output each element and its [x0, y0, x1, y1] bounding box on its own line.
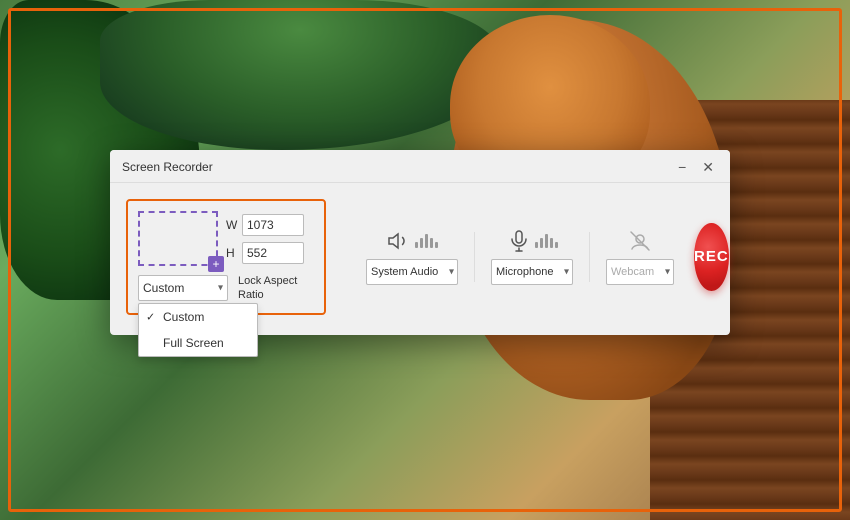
width-input[interactable]	[242, 214, 304, 236]
rec-button[interactable]: REC	[694, 223, 729, 291]
vol-bar-5	[435, 242, 438, 248]
region-mode-dropdown-wrapper: Custom Full Screen Custom Full Screen	[138, 275, 228, 301]
webcam-group: Webcam	[606, 229, 674, 285]
divider-3	[589, 232, 590, 282]
region-top-row: W H	[138, 211, 314, 266]
titlebar: Screen Recorder − ✕	[110, 150, 730, 183]
vol-bar-1	[415, 242, 418, 248]
speaker-icon	[387, 229, 411, 253]
dropdown-item-fullscreen[interactable]: Full Screen	[139, 330, 257, 356]
mic-bar-3	[545, 234, 548, 248]
screen-recorder-dialog: Screen Recorder − ✕ W H	[110, 150, 730, 335]
mic-bar-1	[535, 242, 538, 248]
system-audio-select-wrapper: System Audio	[366, 259, 458, 285]
region-panel: W H Custom Full Screen	[126, 199, 326, 315]
webcam-icon-row	[628, 229, 652, 253]
mic-bar-5	[555, 242, 558, 248]
system-audio-icon-row	[387, 229, 438, 253]
mic-bar-4	[550, 238, 553, 248]
lock-aspect-label: Lock AspectRatio	[238, 274, 297, 303]
vol-bar-4	[430, 238, 433, 248]
microphone-icon-row	[507, 229, 558, 253]
close-button[interactable]: ✕	[698, 158, 718, 176]
webcam-select-wrapper: Webcam	[606, 259, 674, 285]
system-audio-select[interactable]: System Audio	[366, 259, 458, 285]
region-second-row: Custom Full Screen Custom Full Screen Lo…	[138, 274, 314, 303]
h-row: H	[226, 242, 304, 264]
dropdown-menu: Custom Full Screen	[138, 303, 258, 357]
microphone-group: Microphone	[491, 229, 573, 285]
h-label: H	[226, 246, 238, 260]
height-input[interactable]	[242, 242, 304, 264]
volume-bars	[415, 234, 438, 248]
w-row: W	[226, 214, 304, 236]
divider-2	[474, 232, 475, 282]
system-audio-group: System Audio	[366, 229, 458, 285]
vol-bar-2	[420, 238, 423, 248]
region-mode-dropdown[interactable]: Custom Full Screen	[138, 275, 228, 301]
minimize-button[interactable]: −	[674, 158, 690, 176]
microphone-icon	[507, 229, 531, 253]
controls-area: System Audio	[366, 229, 674, 285]
bg-leaves-top	[100, 0, 500, 150]
vol-bar-3	[425, 234, 428, 248]
microphone-select[interactable]: Microphone	[491, 259, 573, 285]
dialog-title: Screen Recorder	[122, 160, 213, 174]
webcam-icon	[628, 229, 652, 253]
dialog-body: W H Custom Full Screen	[110, 183, 730, 335]
microphone-select-wrapper: Microphone	[491, 259, 573, 285]
w-label: W	[226, 218, 238, 232]
webcam-select[interactable]: Webcam	[606, 259, 674, 285]
titlebar-controls: − ✕	[674, 158, 718, 176]
dropdown-item-custom[interactable]: Custom	[139, 304, 257, 330]
wh-inputs: W H	[226, 214, 304, 264]
rec-label: REC	[694, 248, 729, 265]
mic-bar-2	[540, 238, 543, 248]
selection-box[interactable]	[138, 211, 218, 266]
mic-volume-bars	[535, 234, 558, 248]
